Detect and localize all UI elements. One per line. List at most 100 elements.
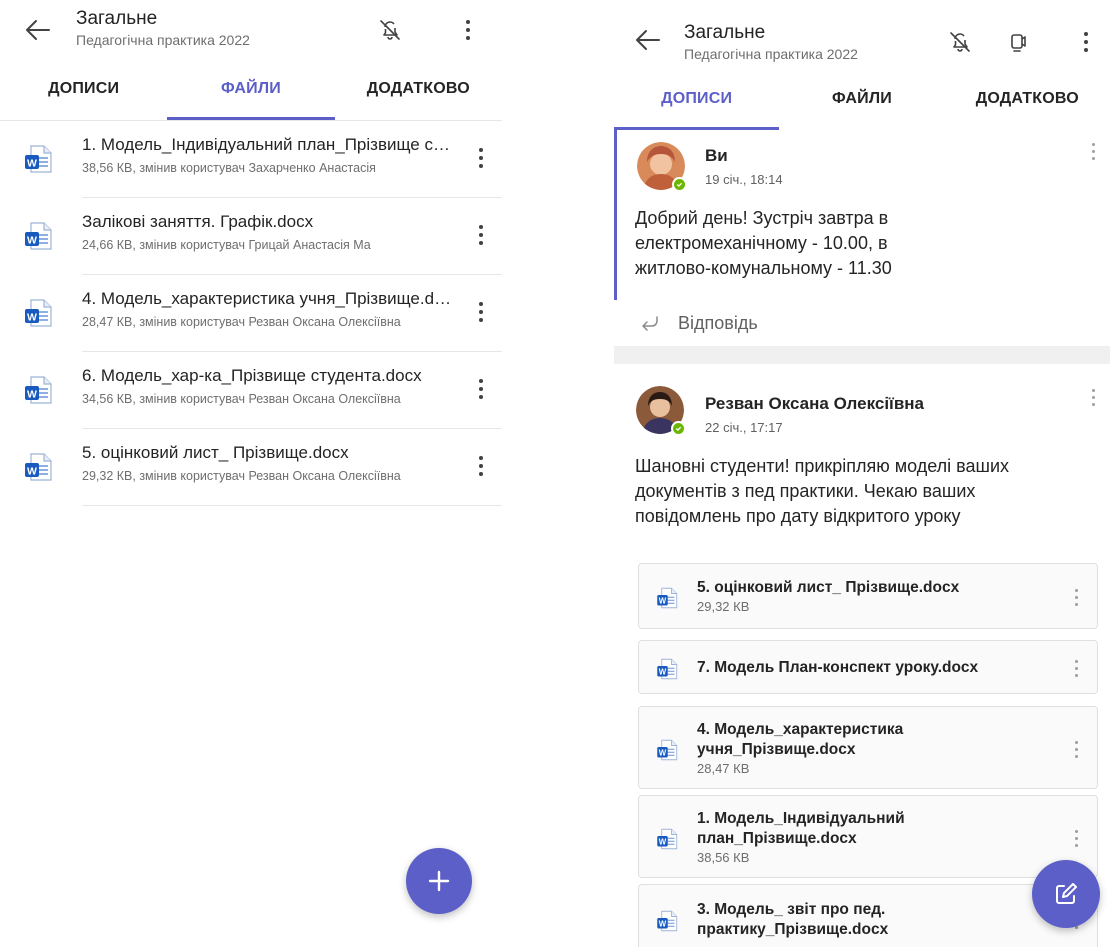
attachment-more-button[interactable] <box>1071 823 1081 853</box>
add-file-button[interactable] <box>406 848 472 914</box>
svg-text:W: W <box>659 920 667 929</box>
channel-title: Загальне <box>76 8 158 29</box>
new-post-button[interactable] <box>1032 860 1100 928</box>
tab-posts[interactable]: ДОПИСИ <box>0 70 167 120</box>
post-body-line: житлово-комунальному - 11.30 <box>635 258 892 278</box>
attachment-name: 3. Модель_ звіт про пед. практику_Прізвищ… <box>697 900 1037 940</box>
file-type-icon: W <box>22 297 54 334</box>
tab-posts-label: ДОПИСИ <box>48 80 120 97</box>
files-screen: Загальне Педагогічна практика 2022 ДОПИС… <box>0 0 502 947</box>
file-name: 4. Модель_характеристика учня_Прізвище.d… <box>82 289 452 308</box>
file-meta: 24,66 КB, змінив користувач Грицай Анаст… <box>82 238 371 252</box>
attachment-more-button[interactable] <box>1071 582 1081 612</box>
post-separator <box>614 346 1110 364</box>
svg-text:W: W <box>27 466 37 478</box>
attachment-card[interactable]: W 7. Модель План-конспект уроку.docx <box>638 640 1098 694</box>
post-own[interactable]: Ви 19 січ., 18:14 Добрий день! Зустріч з… <box>614 130 1110 300</box>
avatar[interactable] <box>637 142 687 192</box>
attachment-more-button[interactable] <box>1071 734 1081 764</box>
attachment-name-line: 5. оцінковий лист_ Прізвище.docx <box>697 579 960 596</box>
channel-title-block[interactable]: Загальне Педагогічна практика 2022 <box>684 22 858 64</box>
file-row[interactable]: W Залікові заняття. Графік.docx 24,66 КB, … <box>0 198 502 275</box>
avatar[interactable] <box>636 386 686 436</box>
file-more-button[interactable] <box>474 297 488 327</box>
file-type-icon: W <box>655 909 679 938</box>
tab-more-label: ДОДАТКОВО <box>366 80 470 97</box>
file-row[interactable]: W 1. Модель_Індивідуальний план_Прізвище … <box>0 121 502 198</box>
file-type-icon: W <box>655 827 679 856</box>
channel-title: Загальне <box>684 22 766 43</box>
file-meta: 29,32 КB, змінив користувач Резван Оксан… <box>82 469 401 483</box>
file-more-button[interactable] <box>474 374 488 404</box>
reply-button[interactable]: Відповідь <box>614 300 1110 346</box>
mute-button[interactable] <box>942 24 978 60</box>
word-file-icon: W <box>657 658 678 680</box>
post-more-button[interactable] <box>1088 140 1098 162</box>
channel-title-block[interactable]: Загальне Педагогічна практика 2022 <box>76 8 250 50</box>
bell-off-icon <box>380 20 400 40</box>
attachment-card[interactable]: W 4. Модель_характеристика учня_Прізвище.d… <box>638 706 1098 789</box>
post-timestamp: 19 січ., 18:14 <box>705 172 783 187</box>
tab-posts-label: ДОПИСИ <box>661 90 733 107</box>
arrow-left-icon <box>636 30 660 50</box>
post-body-line: Шановні студенти! прикріпляю моделі ваши… <box>635 456 1010 476</box>
tab-files[interactable]: ФАЙЛИ <box>779 80 944 130</box>
post-timestamp: 22 січ., 17:17 <box>705 420 783 435</box>
attachment-name-line: учня_Прізвище.docx <box>697 741 856 758</box>
file-row[interactable]: W 6. Модель_хар-ка_Прізвище студента.docx… <box>0 352 502 429</box>
file-type-icon: W <box>655 738 679 767</box>
svg-text:W: W <box>27 235 37 247</box>
tab-posts[interactable]: ДОПИСИ <box>614 80 780 130</box>
presence-available-icon <box>672 177 687 192</box>
more-options-button[interactable] <box>1068 24 1104 60</box>
attachment-name-line: 3. Модель_ звіт про пед. <box>697 901 886 918</box>
file-row[interactable]: W 4. Модель_характеристика учня_Прізвище.… <box>0 275 502 352</box>
file-more-button[interactable] <box>474 451 488 481</box>
back-button[interactable] <box>632 24 664 56</box>
tab-files[interactable]: ФАЙЛИ <box>167 70 335 120</box>
post-author: Ви <box>705 146 728 165</box>
tab-more[interactable]: ДОДАТКОВО <box>335 70 502 120</box>
file-name: 1. Модель_Індивідуальний план_Прізвище с… <box>82 135 452 154</box>
svg-text:W: W <box>27 158 37 170</box>
file-row[interactable]: W 5. оцінковий лист_ Прізвище.docx 29,32 К… <box>0 429 502 506</box>
word-file-icon: W <box>25 145 52 173</box>
svg-text:W: W <box>27 312 37 324</box>
file-more-button[interactable] <box>474 220 488 250</box>
svg-text:W: W <box>659 597 667 606</box>
row-divider <box>82 505 502 506</box>
tab-bar: ДОПИСИ ФАЙЛИ ДОДАТКОВО <box>0 70 502 120</box>
back-button[interactable] <box>22 14 54 46</box>
file-type-icon: W <box>655 657 679 686</box>
file-type-icon: W <box>22 143 54 180</box>
posts-screen: Загальне Педагогічна практика 2022 ДОПИС… <box>614 0 1110 947</box>
word-file-icon: W <box>25 453 52 481</box>
word-file-icon: W <box>25 222 52 250</box>
more-options-button[interactable] <box>450 12 486 48</box>
reply-icon <box>642 316 658 331</box>
post-more-button[interactable] <box>1088 386 1098 408</box>
word-file-icon: W <box>657 739 678 761</box>
post-body: Добрий день! Зустріч завтра в електромех… <box>635 206 892 281</box>
attachment-name: 1. Модель_Індивідуальний план_Прізвище.do… <box>697 809 1037 849</box>
plus-icon <box>428 870 450 892</box>
arrow-left-icon <box>26 20 50 40</box>
meet-now-button[interactable] <box>1000 24 1036 60</box>
compose-icon <box>1056 883 1077 904</box>
file-more-button[interactable] <box>474 143 488 173</box>
attachment-more-button[interactable] <box>1071 653 1081 683</box>
tab-more[interactable]: ДОДАТКОВО <box>945 80 1110 130</box>
attachment-card[interactable]: W 1. Модель_Індивідуальний план_Прізвище.d… <box>638 795 1098 878</box>
post-body-line: Добрий день! Зустріч завтра в <box>635 208 889 228</box>
video-camera-icon <box>1011 34 1026 52</box>
word-file-icon: W <box>25 299 52 327</box>
mute-button[interactable] <box>372 12 408 48</box>
presence-available-icon <box>671 421 686 436</box>
attachment-card[interactable]: W 3. Модель_ звіт про пед. практику_Прізви… <box>638 884 1098 947</box>
attachment-card[interactable]: W 5. оцінковий лист_ Прізвище.docx 29,32 К… <box>638 563 1098 629</box>
team-name: Педагогічна практика 2022 <box>76 32 250 48</box>
file-type-icon: W <box>22 451 54 488</box>
attachment-size: 38,56 КB <box>697 850 750 865</box>
file-type-icon: W <box>22 374 54 411</box>
team-name: Педагогічна практика 2022 <box>684 46 858 62</box>
